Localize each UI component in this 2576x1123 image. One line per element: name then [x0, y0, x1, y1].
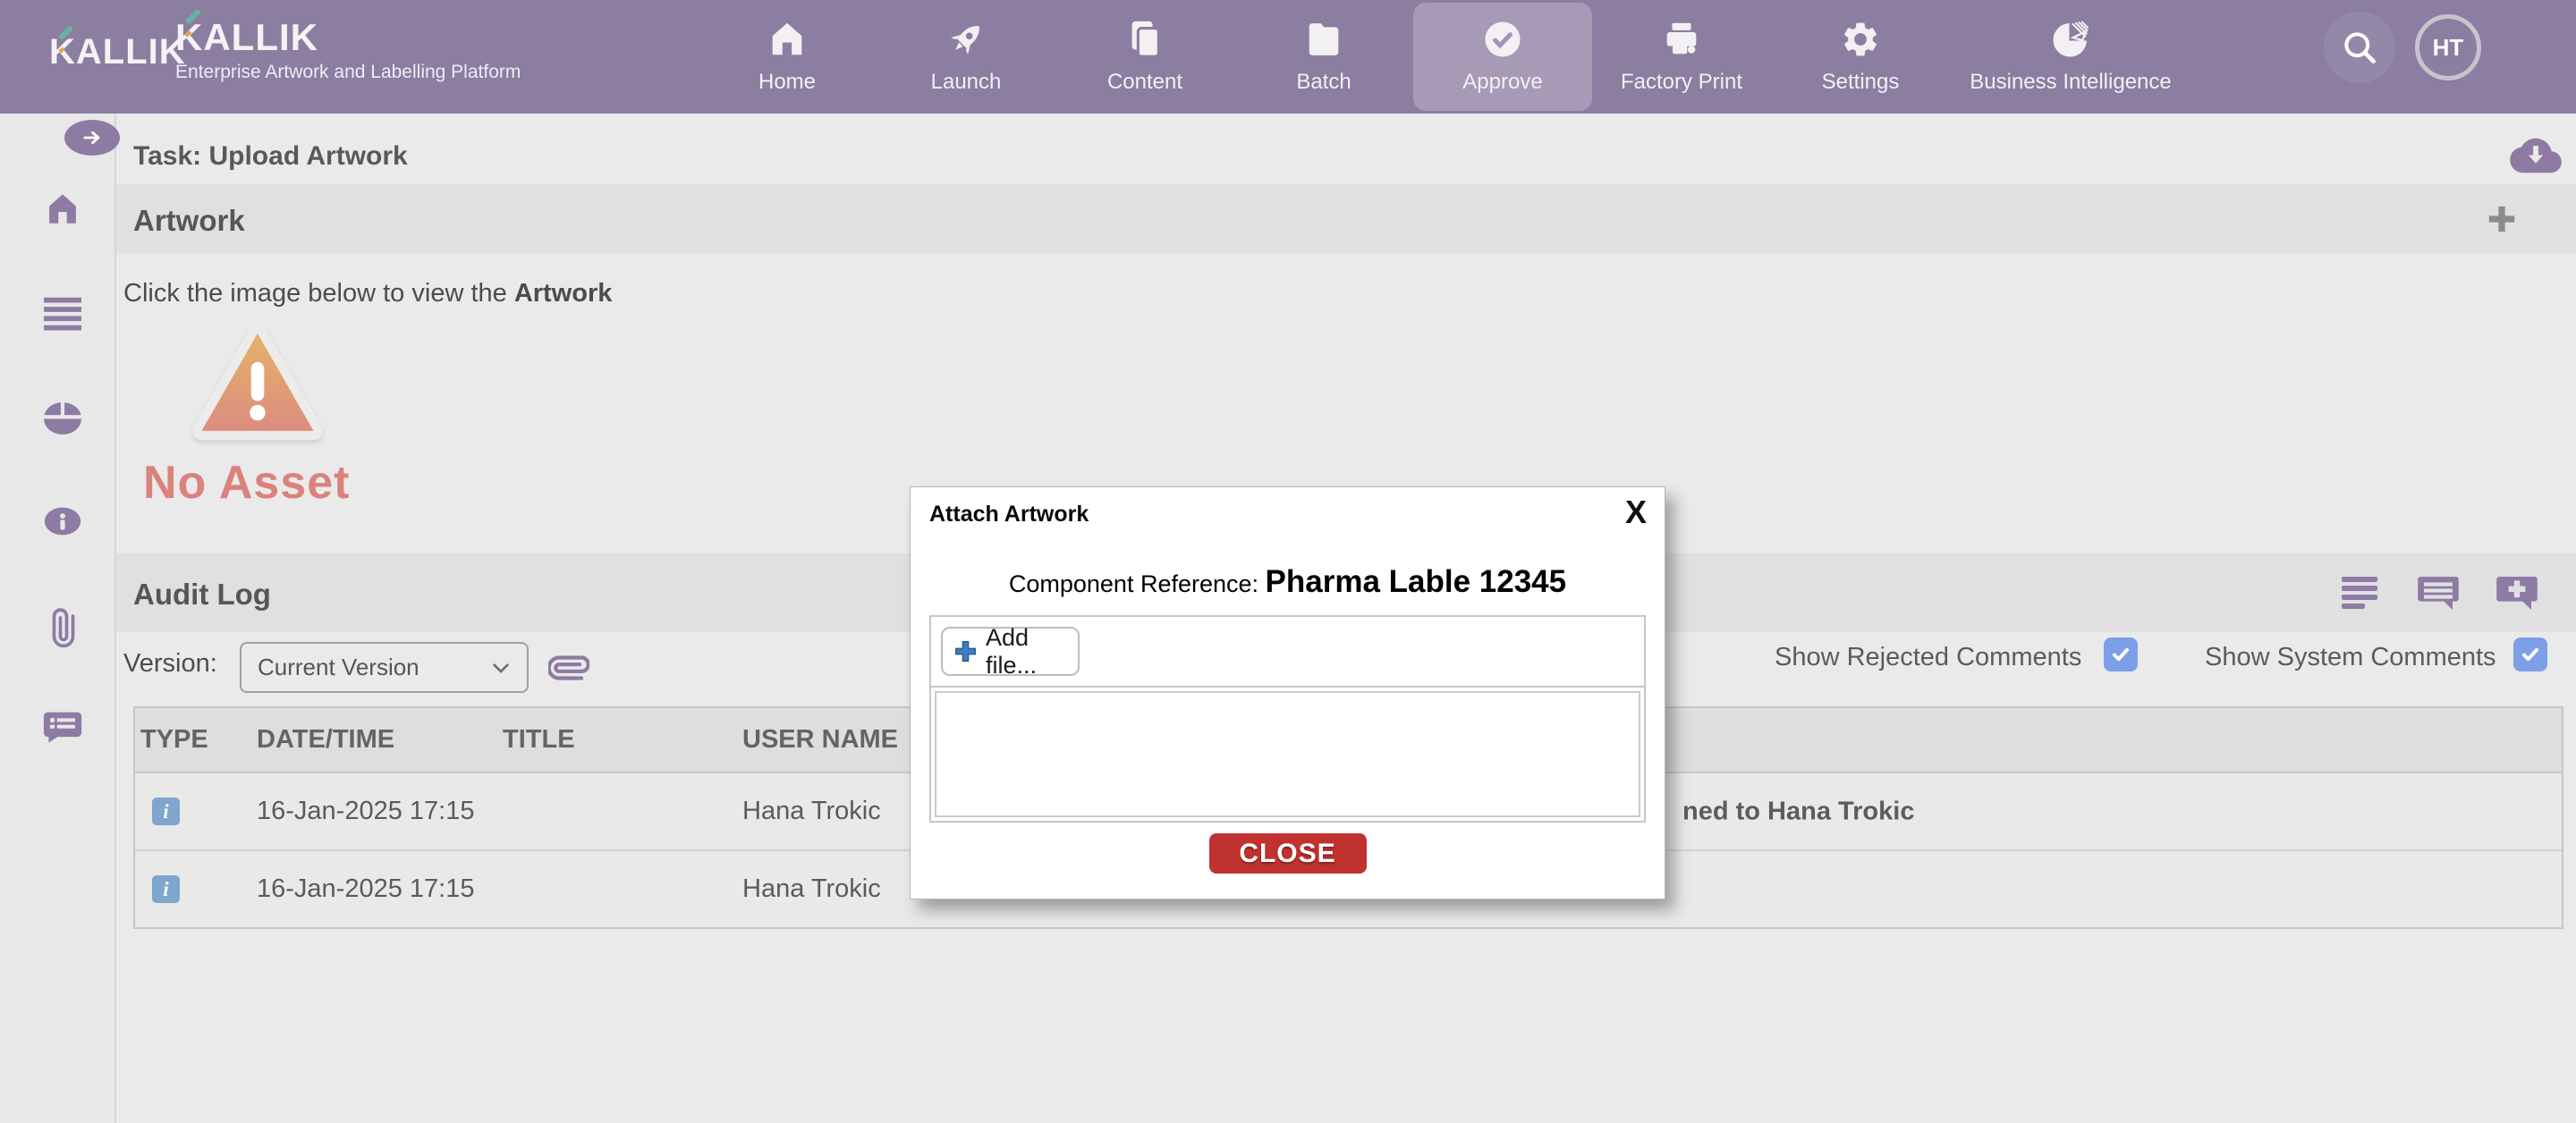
rocket-icon: [945, 19, 987, 60]
column-header-title[interactable]: TITLE: [496, 725, 735, 755]
artwork-section-header: Artwork: [116, 184, 2576, 253]
column-header-type[interactable]: TYPE: [135, 725, 250, 755]
nav-item-settings[interactable]: Settings: [1771, 0, 1950, 114]
cloud-download-icon: [2510, 134, 2562, 177]
kallik-app: KALLIK KALLIK Enterprise Artwork and Lab…: [0, 0, 2576, 1123]
add-file-button[interactable]: Add file...: [941, 627, 1080, 676]
add-artwork-button[interactable]: [2484, 201, 2520, 237]
main-nav: Home Launch Content Batch Approve Factor…: [698, 0, 2191, 114]
search-button[interactable]: [2324, 12, 2395, 83]
check-icon: [2109, 643, 2132, 666]
view-comments-button[interactable]: [2417, 571, 2460, 614]
left-sidebar: [0, 114, 116, 1123]
top-header: KALLIK KALLIK Enterprise Artwork and Lab…: [0, 0, 2576, 114]
artwork-instruction: Click the image below to view the Artwor…: [123, 279, 612, 308]
file-list-area: [935, 691, 1640, 817]
warning-triangle-icon: [186, 318, 329, 452]
pie-icon: [39, 398, 86, 439]
nav-item-content[interactable]: Content: [1055, 0, 1234, 114]
check-circle-icon: [1482, 19, 1523, 60]
description-fragment: ned to Hana Trokic: [1682, 797, 1914, 826]
nav-item-home[interactable]: Home: [698, 0, 877, 114]
component-reference-label: Component Reference:: [1009, 570, 1266, 597]
check-icon: [2519, 643, 2542, 666]
sidebar-expand-button[interactable]: [64, 120, 120, 156]
nav-item-business-intelligence[interactable]: Business Intelligence: [1950, 0, 2191, 114]
no-asset-label: No Asset: [143, 456, 394, 510]
column-header-datetime[interactable]: DATE/TIME: [250, 725, 496, 755]
version-attachment-button[interactable]: [548, 647, 589, 688]
sidebar-item-attachments[interactable]: [45, 606, 82, 649]
add-comment-button[interactable]: [2496, 571, 2538, 614]
brand-logo-large: KALLIK Enterprise Artwork and Labelling …: [175, 16, 521, 83]
info-icon: i: [152, 875, 180, 903]
no-asset-placeholder[interactable]: No Asset: [143, 318, 394, 510]
file-upload-toolbar: Add file...: [931, 617, 1644, 688]
show-system-comments-label: Show System Comments: [2205, 643, 2496, 672]
search-icon: [2340, 28, 2379, 67]
page-title: Task: Upload Artwork: [133, 141, 408, 172]
align-lines-icon: [2338, 571, 2381, 614]
audit-details-button[interactable]: [2338, 571, 2381, 614]
nav-item-launch[interactable]: Launch: [877, 0, 1055, 114]
close-icon[interactable]: X: [1625, 493, 1647, 531]
brand-tagline: Enterprise Artwork and Labelling Platfor…: [175, 62, 521, 83]
paperclip-icon: [45, 606, 82, 649]
arrow-right-icon: [80, 126, 104, 149]
user-avatar[interactable]: HT: [2415, 14, 2481, 80]
documents-icon: [1124, 19, 1165, 60]
plus-icon: [2484, 201, 2520, 237]
info-icon: i: [152, 798, 180, 825]
version-label: Version:: [123, 649, 217, 679]
brand-logo-small: KALLIK: [49, 32, 186, 72]
component-reference-value: Pharma Lable 12345: [1266, 564, 1567, 599]
sidebar-item-home[interactable]: [43, 190, 82, 228]
home-icon: [767, 19, 808, 60]
audit-log-title: Audit Log: [133, 578, 271, 612]
sidebar-item-comments[interactable]: [41, 708, 84, 747]
printer-icon: [1661, 19, 1702, 60]
paperclip-icon: [548, 647, 589, 688]
artwork-section-title: Artwork: [133, 204, 245, 238]
comment-plus-icon: [2496, 571, 2538, 614]
nav-item-approve[interactable]: Approve: [1413, 3, 1592, 111]
plus-icon: [953, 639, 978, 663]
sidebar-item-segments[interactable]: [39, 398, 86, 439]
sidebar-item-menu[interactable]: [41, 294, 84, 332]
nav-item-factory-print[interactable]: Factory Print: [1592, 0, 1771, 114]
show-rejected-comments-label: Show Rejected Comments: [1775, 643, 2081, 672]
close-button[interactable]: CLOSE: [1209, 833, 1367, 874]
nav-item-batch[interactable]: Batch: [1234, 0, 1413, 114]
comment-icon: [41, 708, 84, 747]
comment-lines-icon: [2417, 571, 2460, 614]
home-icon: [43, 190, 82, 228]
menu-lines-icon: [41, 294, 84, 332]
sidebar-item-info[interactable]: [38, 502, 88, 540]
cell-datetime: 16-Jan-2025 17:15: [250, 797, 496, 826]
folder-icon: [1303, 19, 1344, 60]
file-upload-area: Add file...: [929, 615, 1646, 823]
component-reference: Component Reference: Pharma Lable 12345: [911, 564, 1665, 600]
info-icon: [38, 502, 88, 540]
gear-icon: [1840, 19, 1881, 60]
attach-artwork-dialog: Attach Artwork X Component Reference: Ph…: [910, 486, 1665, 899]
show-system-comments-checkbox[interactable]: [2513, 637, 2547, 671]
chevron-down-icon: [489, 656, 513, 680]
dialog-title: Attach Artwork: [929, 502, 1089, 528]
show-rejected-comments-checkbox[interactable]: [2104, 637, 2138, 671]
download-button[interactable]: [2510, 134, 2562, 177]
cell-datetime: 16-Jan-2025 17:15: [250, 874, 496, 904]
pie-chart-icon: [2050, 19, 2091, 60]
version-select[interactable]: Current Version: [240, 642, 529, 693]
